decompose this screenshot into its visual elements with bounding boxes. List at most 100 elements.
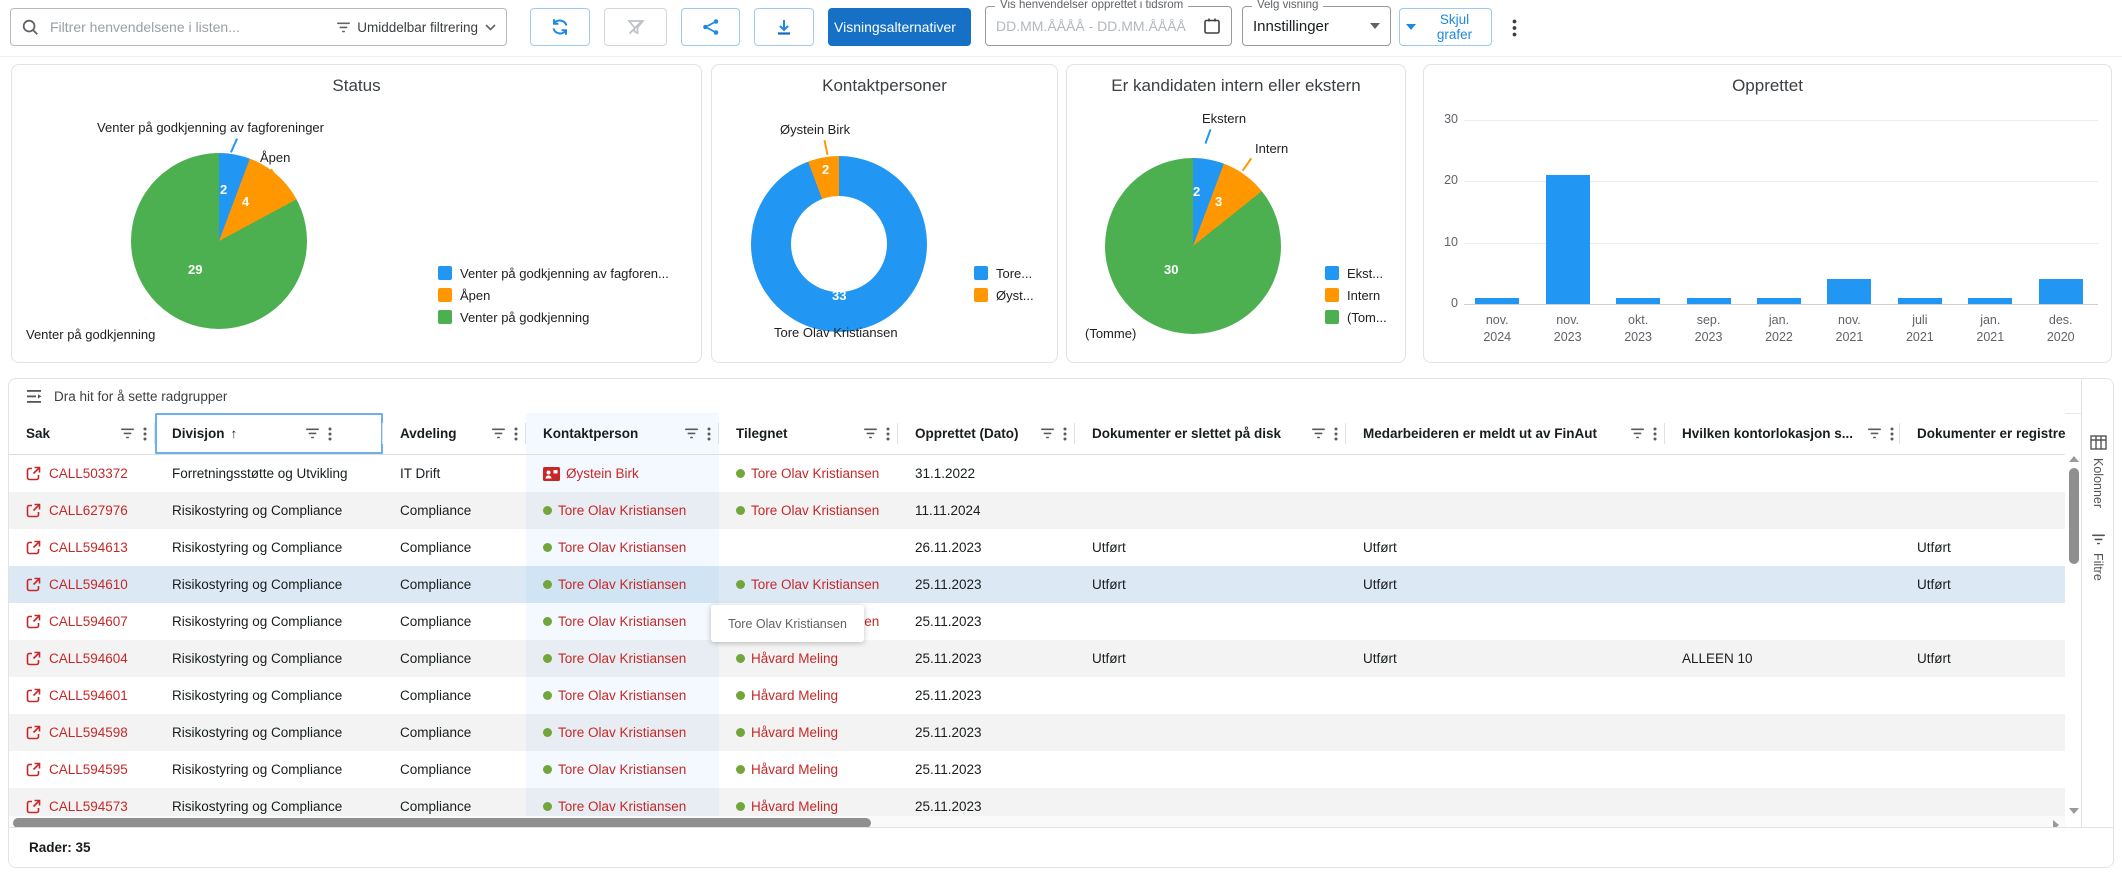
table-row-CALL594607[interactable]: CALL594607Risikostyring og ComplianceCom… xyxy=(9,603,2065,640)
person-link[interactable]: Tore Olav Kristiansen xyxy=(558,577,686,592)
sidebar-tab-filtre[interactable]: Filtre xyxy=(2091,534,2105,581)
case-link[interactable]: CALL594604 xyxy=(49,651,128,666)
share-button[interactable] xyxy=(681,8,740,46)
filter-mode-dropdown[interactable]: Umiddelbar filtrering xyxy=(337,20,496,35)
person-link[interactable]: Tore Olav Kristiansen xyxy=(558,651,686,666)
column-menu-icon[interactable] xyxy=(707,427,711,441)
person-link[interactable]: Tore Olav Kristiansen xyxy=(751,577,879,592)
person-link[interactable]: Håvard Meling xyxy=(751,651,838,666)
case-link[interactable]: CALL594595 xyxy=(49,762,128,777)
person-link[interactable]: Tore Olav Kristiansen xyxy=(751,503,879,518)
date-range-field[interactable]: Vis henvendelser opprettet i tidsrom DD.… xyxy=(985,6,1232,46)
case-link[interactable]: CALL627976 xyxy=(49,503,128,518)
open-case-icon[interactable] xyxy=(26,466,41,481)
column-menu-icon[interactable] xyxy=(328,427,332,441)
cell-opprettet: 25.11.2023 xyxy=(898,640,1075,677)
table-row-CALL594604[interactable]: CALL594604Risikostyring og ComplianceCom… xyxy=(9,640,2065,677)
scroll-down-arrow[interactable] xyxy=(2069,808,2079,814)
person-link[interactable]: Tore Olav Kristiansen xyxy=(558,503,686,518)
search-input[interactable] xyxy=(48,18,337,36)
column-menu-icon[interactable] xyxy=(1334,427,1338,441)
calendar-icon[interactable] xyxy=(1203,17,1221,35)
column-filter-icon[interactable] xyxy=(1631,428,1644,439)
search-box[interactable]: Umiddelbar filtrering xyxy=(10,8,507,46)
person-link[interactable]: Tore Olav Kristiansen xyxy=(558,725,686,740)
table-row-CALL594601[interactable]: CALL594601Risikostyring og ComplianceCom… xyxy=(9,677,2065,714)
scroll-up-arrow[interactable] xyxy=(2069,456,2079,462)
column-header-dok_slettet[interactable]: Dokumenter er slettet på disk xyxy=(1075,413,1346,454)
column-menu-icon[interactable] xyxy=(143,427,147,441)
person-link[interactable]: Tore Olav Kristiansen xyxy=(558,614,686,629)
table-row-CALL594595[interactable]: CALL594595Risikostyring og ComplianceCom… xyxy=(9,751,2065,788)
case-link[interactable]: CALL594601 xyxy=(49,688,128,703)
person-link[interactable]: Tore Olav Kristiansen xyxy=(751,466,879,481)
person-link[interactable]: Tore Olav Kristiansen xyxy=(558,688,686,703)
table-row-CALL594610[interactable]: CALL594610Risikostyring og ComplianceCom… xyxy=(9,566,2065,603)
table-row-CALL594613[interactable]: CALL594613Risikostyring og ComplianceCom… xyxy=(9,529,2065,566)
column-header-kontorlokasjon[interactable]: Hvilken kontorlokasjon s... xyxy=(1665,413,1900,454)
column-filter-icon[interactable] xyxy=(864,428,877,439)
slice-value: 2 xyxy=(822,162,829,177)
column-header-divisjon[interactable]: Divisjon ↑ xyxy=(155,413,383,454)
table-row-CALL594598[interactable]: CALL594598Risikostyring og ComplianceCom… xyxy=(9,714,2065,751)
column-filter-icon[interactable] xyxy=(306,428,319,439)
sidebar-tab-kolonner[interactable]: Kolonner xyxy=(2090,435,2107,508)
open-case-icon[interactable] xyxy=(26,725,41,740)
person-link[interactable]: Håvard Meling xyxy=(751,725,838,740)
view-select[interactable]: Velg visning Innstillinger xyxy=(1242,6,1391,46)
case-link[interactable]: CALL594598 xyxy=(49,725,128,740)
open-case-icon[interactable] xyxy=(26,540,41,555)
refresh-button[interactable] xyxy=(530,8,590,46)
column-header-kontaktperson[interactable]: Kontaktperson xyxy=(526,413,719,454)
case-link[interactable]: CALL594573 xyxy=(49,799,128,814)
person-link[interactable]: Tore Olav Kristiansen xyxy=(558,799,686,814)
column-menu-icon[interactable] xyxy=(514,427,518,441)
column-header-meldt_ut[interactable]: Medarbeideren er meldt ut av FinAut xyxy=(1346,413,1665,454)
table-row-CALL627976[interactable]: CALL627976Risikostyring og ComplianceCom… xyxy=(9,492,2065,529)
toolbar-menu-icon[interactable] xyxy=(1512,19,1517,42)
column-header-avdeling[interactable]: Avdeling xyxy=(383,413,526,454)
column-menu-icon[interactable] xyxy=(1063,427,1067,441)
row-group-dropzone[interactable]: Dra hit for å sette radgrupper xyxy=(9,379,2113,414)
open-case-icon[interactable] xyxy=(26,577,41,592)
person-link[interactable]: Håvard Meling xyxy=(751,762,838,777)
skjul-grafer-button[interactable]: Skjul grafer xyxy=(1399,8,1492,46)
visningsalternativer-button[interactable]: Visningsalternativer xyxy=(828,8,971,46)
person-link[interactable]: Tore Olav Kristiansen xyxy=(558,540,686,555)
column-header-tilegnet[interactable]: Tilegnet xyxy=(719,413,898,454)
vertical-scroll-thumb[interactable] xyxy=(2069,468,2079,564)
column-menu-icon[interactable] xyxy=(1653,427,1657,441)
case-link[interactable]: CALL594607 xyxy=(49,614,128,629)
column-filter-icon[interactable] xyxy=(1868,428,1881,439)
open-case-icon[interactable] xyxy=(26,503,41,518)
case-link[interactable]: CALL594610 xyxy=(49,577,128,592)
person-link[interactable]: Tore Olav Kristiansen xyxy=(558,762,686,777)
person-link[interactable]: Håvard Meling xyxy=(751,799,838,814)
legend-label: Ekst... xyxy=(1347,266,1383,281)
table-row-CALL503372[interactable]: CALL503372Forretningsstøtte og Utvikling… xyxy=(9,455,2065,492)
open-case-icon[interactable] xyxy=(26,688,41,703)
column-filter-icon[interactable] xyxy=(121,428,134,439)
column-header-dok_registrert[interactable]: Dokumenter er registrert i xyxy=(1900,413,2065,454)
clear-filter-button[interactable] xyxy=(604,8,667,46)
cell-tilegnet: Tore Olav Kristiansen xyxy=(719,492,898,529)
column-filter-icon[interactable] xyxy=(1041,428,1054,439)
person-link[interactable]: Øystein Birk xyxy=(566,466,639,481)
column-header-opprettet[interactable]: Opprettet (Dato) xyxy=(898,413,1075,454)
case-link[interactable]: CALL594613 xyxy=(49,540,128,555)
open-case-icon[interactable] xyxy=(26,651,41,666)
open-case-icon[interactable] xyxy=(26,762,41,777)
column-filter-icon[interactable] xyxy=(685,428,698,439)
column-filter-icon[interactable] xyxy=(492,428,505,439)
case-link[interactable]: CALL503372 xyxy=(49,466,128,481)
open-case-icon[interactable] xyxy=(26,614,41,629)
person-link[interactable]: Håvard Meling xyxy=(751,688,838,703)
table-row-CALL594573[interactable]: CALL594573Risikostyring og ComplianceCom… xyxy=(9,788,2065,816)
column-header-sak[interactable]: Sak xyxy=(9,413,155,454)
column-filter-icon[interactable] xyxy=(1312,428,1325,439)
vertical-scrollbar[interactable] xyxy=(2067,454,2081,816)
download-button[interactable] xyxy=(754,8,814,46)
open-case-icon[interactable] xyxy=(26,799,41,814)
column-menu-icon[interactable] xyxy=(1890,427,1894,441)
column-menu-icon[interactable] xyxy=(886,427,890,441)
